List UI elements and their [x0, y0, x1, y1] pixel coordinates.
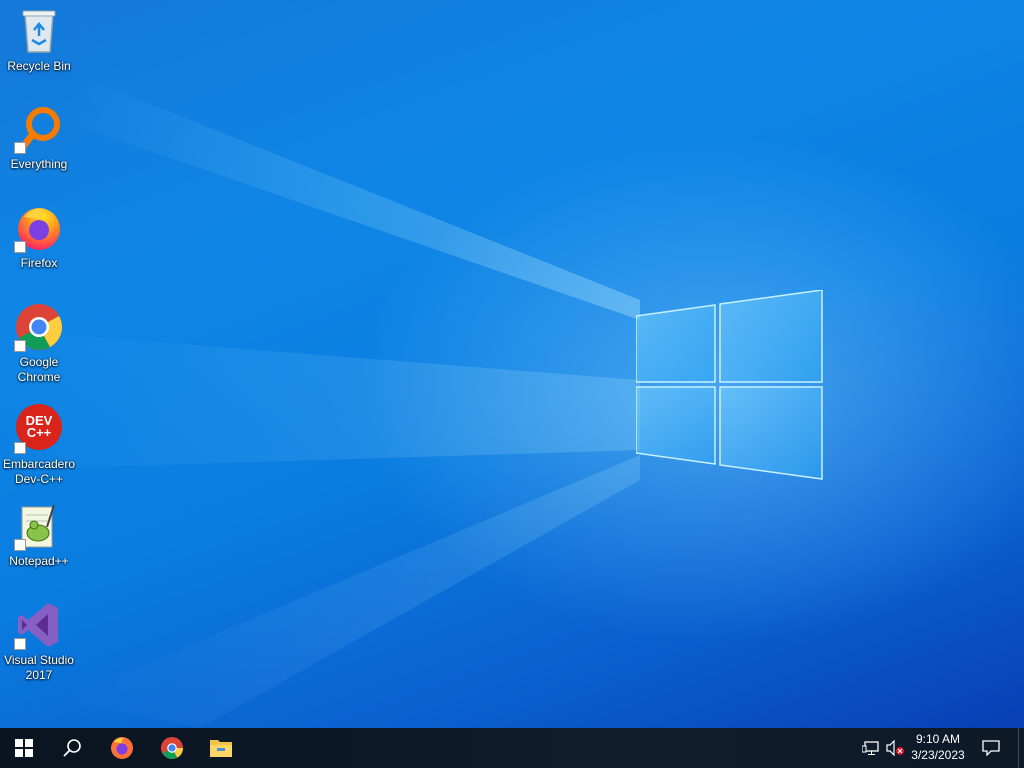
taskbar-chrome-button[interactable] [148, 728, 196, 768]
windows-logo-wallpaper [636, 290, 823, 480]
desktop-icon-firefox[interactable]: Firefox [1, 203, 77, 271]
file-explorer-icon [210, 740, 232, 757]
chrome-icon [160, 736, 184, 760]
shortcut-arrow-icon [14, 142, 26, 154]
start-button[interactable] [0, 728, 48, 768]
clock-date: 3/23/2023 [911, 748, 965, 762]
desktop-icon-label: Embarcadero Dev-C++ [2, 457, 76, 486]
action-center-button[interactable] [976, 728, 1006, 768]
desktop-background[interactable]: Recycle Bin Everything Firefox Google Ch… [0, 0, 1024, 728]
desktop-icon-notepad-plus-plus[interactable]: Notepad++ [1, 501, 77, 569]
show-desktop-button[interactable] [1018, 728, 1024, 768]
shortcut-arrow-icon [14, 442, 26, 454]
search-icon [63, 739, 81, 757]
network-icon [862, 741, 879, 755]
shortcut-arrow-icon [14, 539, 26, 551]
desktop-icon-label: Visual Studio 2017 [4, 653, 74, 682]
devcpp-logo-text: DEV C++ [25, 413, 53, 440]
clock-time: 9:10 AM [915, 732, 961, 746]
recycle-bin-icon [22, 10, 56, 53]
desktop-icon-label: Notepad++ [9, 554, 69, 568]
desktop-icon-everything[interactable]: Everything [1, 104, 77, 172]
search-button[interactable] [48, 728, 96, 768]
shortcut-arrow-icon [14, 638, 26, 650]
desktop-icon-label: Google Chrome [17, 355, 61, 384]
shortcut-arrow-icon [14, 340, 26, 352]
taskbar: 9:10 AM 3/23/2023 [0, 728, 1024, 768]
desktop-icon-dev-cpp[interactable]: DEV C++ Embarcadero Dev-C++ [1, 402, 77, 487]
desktop-icon-visual-studio-2017[interactable]: Visual Studio 2017 [1, 600, 77, 683]
windows-start-icon [15, 739, 33, 757]
system-clock[interactable]: 9:10 AM 3/23/2023 [900, 728, 976, 768]
desktop-icon-label: Firefox [20, 256, 58, 270]
firefox-icon [111, 737, 133, 759]
network-tray-button[interactable] [858, 728, 884, 768]
desktop-icon-label: Recycle Bin [7, 59, 71, 73]
notifications-icon [982, 740, 1000, 756]
shortcut-arrow-icon [14, 241, 26, 253]
desktop-icon-recycle-bin[interactable]: Recycle Bin [1, 6, 77, 74]
desktop-icon-google-chrome[interactable]: Google Chrome [1, 302, 77, 385]
taskbar-firefox-button[interactable] [98, 728, 146, 768]
wallpaper-light-beams [0, 80, 640, 728]
taskbar-file-explorer-button[interactable] [197, 728, 245, 768]
desktop-icon-label: Everything [10, 157, 68, 171]
